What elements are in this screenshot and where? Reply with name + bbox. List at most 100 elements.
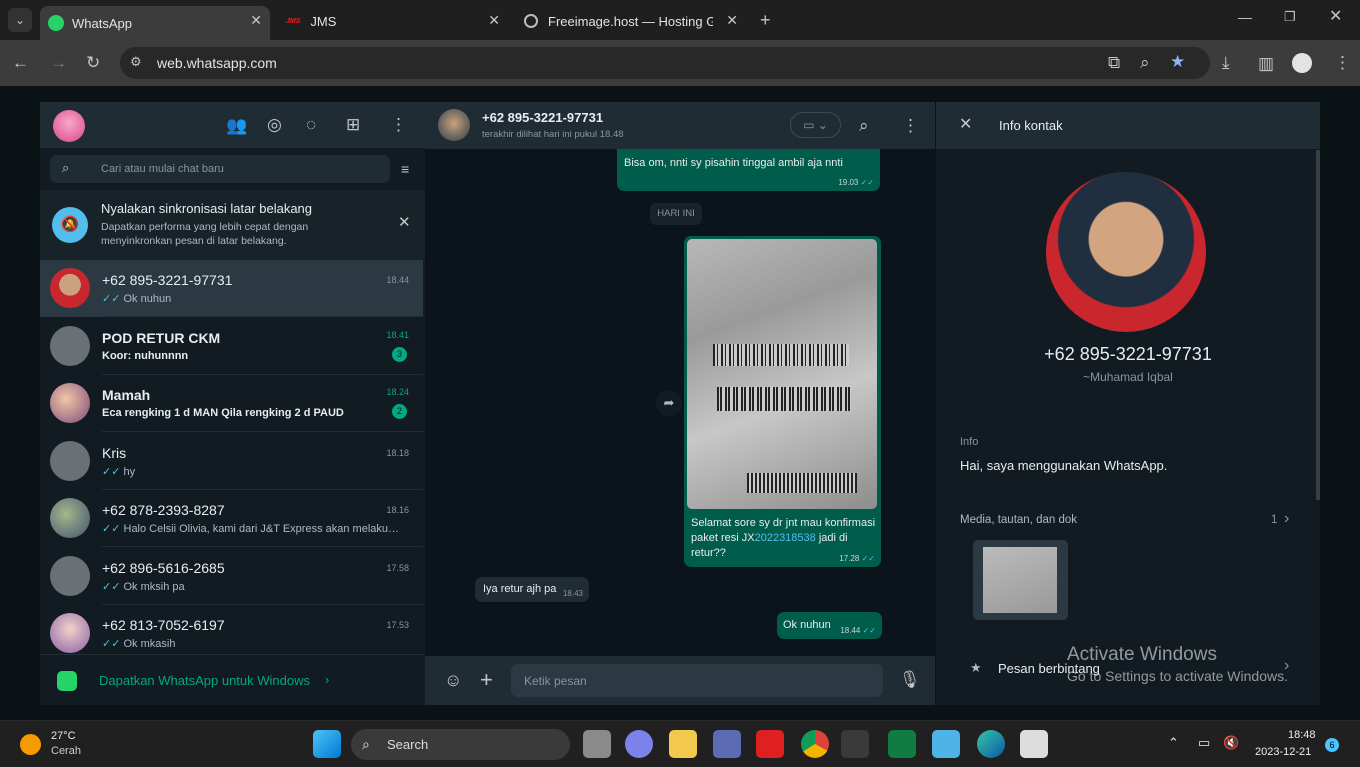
- search-input[interactable]: Cari atau mulai chat baru: [101, 163, 224, 175]
- media-section[interactable]: Media, tautan, dan dok 1 ›: [936, 499, 1320, 637]
- file-explorer-icon[interactable]: [669, 730, 697, 758]
- message-outgoing[interactable]: Ok nuhun 18.44 ✓✓: [777, 612, 882, 639]
- chat-menu-icon[interactable]: ⋮: [902, 117, 919, 134]
- channels-icon[interactable]: ◌: [306, 116, 316, 133]
- close-window-icon[interactable]: ✕: [1329, 9, 1342, 25]
- emoji-icon[interactable]: ☺: [444, 671, 462, 689]
- minimize-icon[interactable]: —: [1238, 10, 1252, 24]
- teams-chat-icon[interactable]: [625, 730, 653, 758]
- my-avatar[interactable]: [53, 110, 85, 142]
- media-count: 1: [1271, 514, 1278, 526]
- excel-icon[interactable]: [888, 730, 916, 758]
- chat-list-item[interactable]: +62 895-3221-97731 ✓✓ Ok nuhun 18.44: [40, 260, 423, 317]
- communities-icon[interactable]: 👥: [226, 117, 247, 134]
- search-icon: ⌕: [62, 160, 70, 175]
- clock-date[interactable]: 2023-12-21: [1255, 746, 1311, 758]
- footer-link[interactable]: Dapatkan WhatsApp untuk Windows: [99, 673, 310, 688]
- open-in-app-icon[interactable]: ⧉: [1108, 54, 1120, 71]
- jnt-app-icon[interactable]: [756, 730, 784, 758]
- site-info-icon[interactable]: ⚙: [130, 55, 142, 68]
- address-bar[interactable]: ⚙ web.whatsapp.com ⧉ ⌕ ★: [120, 47, 1210, 79]
- chat-list-item[interactable]: +62 878-2393-8287 ✓✓ Halo Celsii Olivia, …: [40, 490, 423, 547]
- clock-time[interactable]: 18:48: [1288, 729, 1316, 741]
- status-icon[interactable]: ◎: [267, 116, 282, 133]
- close-info-icon[interactable]: ✕: [959, 117, 972, 133]
- start-icon[interactable]: [313, 730, 341, 758]
- taskbar-search[interactable]: ⌕ Search: [351, 729, 570, 760]
- get-windows-app-banner[interactable]: Dapatkan WhatsApp untuk Windows ›: [40, 654, 425, 705]
- media-thumbnail[interactable]: [973, 540, 1068, 620]
- profile-icon[interactable]: [1292, 53, 1312, 73]
- chat-list-item[interactable]: Mamah Eca rengking 1 d MAN Qila rengking …: [40, 375, 423, 432]
- active-app-icon[interactable]: [841, 730, 869, 758]
- attach-icon[interactable]: +: [480, 669, 493, 691]
- video-call-button[interactable]: ▭ ⌄: [790, 112, 841, 138]
- contact-avatar[interactable]: [438, 109, 470, 141]
- chat-last-message: Koor: nuhunnnn: [102, 349, 189, 362]
- chat-avatar[interactable]: [50, 613, 90, 653]
- new-tab-icon[interactable]: +: [760, 11, 771, 29]
- download-icon[interactable]: ⤓: [1222, 54, 1230, 71]
- close-tab-icon[interactable]: ✕: [726, 12, 738, 29]
- chat-avatar[interactable]: [50, 325, 90, 366]
- chat-avatar[interactable]: [50, 268, 90, 308]
- forward-icon[interactable]: →: [50, 54, 67, 71]
- media-label[interactable]: Media, tautan, dan dok: [960, 514, 1077, 526]
- weather-icon[interactable]: [20, 734, 41, 755]
- message-outgoing[interactable]: Bisa om, nnti sy pisahin tinggal ambil a…: [617, 149, 880, 191]
- tab-whatsapp[interactable]: WhatsApp ✕: [40, 6, 270, 40]
- tab-freeimage[interactable]: Freeimage.host — Hosting Gam ✕: [516, 6, 746, 36]
- reload-icon[interactable]: ↻: [86, 54, 100, 71]
- zoom-icon[interactable]: ⌕: [1140, 54, 1150, 71]
- chat-list-item[interactable]: Kris ✓✓ hy 18.18: [40, 433, 423, 490]
- edge-icon[interactable]: [977, 730, 1005, 758]
- message-incoming[interactable]: Iya retur ajh pa 18.43: [475, 577, 589, 602]
- chat-list-item[interactable]: POD RETUR CKM Koor: nuhunnnn 18.41 3: [40, 318, 423, 375]
- resi-link[interactable]: 2022318538: [755, 532, 816, 544]
- close-tab-icon[interactable]: ✕: [250, 12, 262, 29]
- task-view-icon[interactable]: [583, 730, 611, 758]
- scrollbar[interactable]: [1316, 150, 1320, 500]
- tray-chevron-icon[interactable]: ⌃: [1168, 735, 1179, 751]
- filter-icon[interactable]: ≡: [401, 162, 409, 176]
- notification-badge[interactable]: 6: [1325, 738, 1339, 752]
- message-outgoing-image[interactable]: Selamat sore sy dr jnt mau konfirmasi pa…: [684, 236, 881, 567]
- tab-search-button[interactable]: ⌄: [8, 8, 32, 32]
- microphone-icon[interactable]: 🎙: [899, 671, 921, 688]
- chat-avatar[interactable]: [50, 383, 90, 423]
- new-chat-icon[interactable]: ⊞: [346, 116, 360, 133]
- search-box[interactable]: ⌕ Cari atau mulai chat baru: [50, 155, 390, 183]
- back-icon[interactable]: ←: [12, 54, 29, 71]
- chat-last-message: ✓✓ Ok mksih pa: [102, 580, 185, 593]
- bookmark-star-icon[interactable]: ★: [1170, 53, 1185, 70]
- chat-avatar[interactable]: [50, 555, 90, 596]
- conversation-header[interactable]: +62 895-3221-97731 terakhir dilihat hari…: [425, 102, 935, 149]
- search-icon[interactable]: ⌕: [859, 117, 869, 134]
- browser-menu-icon[interactable]: ⋮: [1334, 54, 1351, 71]
- contact-name[interactable]: +62 895-3221-97731: [482, 110, 603, 125]
- resi-photo[interactable]: [687, 239, 877, 509]
- chat-avatar[interactable]: [50, 440, 90, 481]
- weather-temp[interactable]: 27°C: [51, 730, 76, 742]
- chrome-icon[interactable]: [801, 730, 829, 758]
- close-tab-icon[interactable]: ✕: [488, 12, 500, 29]
- chat-time: 18.16: [386, 505, 409, 515]
- message-input[interactable]: Ketik pesan: [511, 664, 883, 697]
- close-banner-icon[interactable]: ✕: [398, 215, 411, 230]
- chat-avatar[interactable]: [50, 498, 90, 538]
- profile-photo[interactable]: [1046, 172, 1206, 332]
- notepad-icon[interactable]: [932, 730, 960, 758]
- tab-jms[interactable]: JMS JMS ✕: [278, 6, 508, 36]
- forward-icon[interactable]: ➦: [656, 390, 682, 416]
- restore-icon[interactable]: ❐: [1284, 10, 1296, 23]
- side-panel-icon[interactable]: ▥: [1258, 55, 1274, 72]
- volume-icon[interactable]: 🔇: [1223, 735, 1239, 751]
- calculator-icon[interactable]: [713, 730, 741, 758]
- sidebar-menu-icon[interactable]: ⋮: [390, 116, 407, 133]
- url-text[interactable]: web.whatsapp.com: [157, 55, 277, 71]
- chevron-right-icon[interactable]: ›: [1284, 510, 1289, 528]
- network-icon[interactable]: ▭: [1198, 735, 1210, 751]
- chat-list-item[interactable]: +62 896-5616-2685 ✓✓ Ok mksih pa 17.58: [40, 548, 423, 605]
- chat-name: +62 895-3221-97731: [102, 272, 233, 288]
- snipping-tool-icon[interactable]: [1020, 730, 1048, 758]
